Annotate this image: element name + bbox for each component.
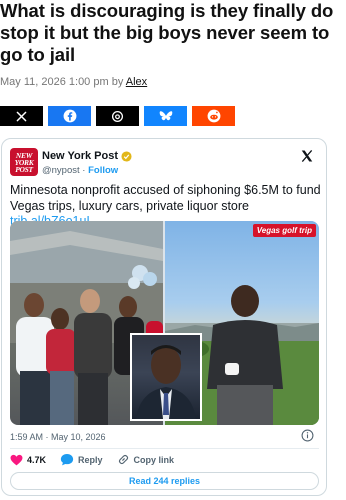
share-buttons (0, 106, 235, 126)
tweet-media[interactable]: Vegas golf trip (10, 221, 319, 425)
handle-text: @nypost (42, 165, 80, 176)
tweet-timestamp[interactable]: 1:59 AM · May 10, 2026 (10, 432, 106, 442)
like-button[interactable]: 4.7K (10, 454, 46, 466)
link-icon (118, 454, 128, 465)
divider (10, 448, 319, 449)
bluesky-icon (159, 110, 172, 120)
article-date: May 11, 2026 1:00 pm by (0, 76, 124, 88)
inset-portrait (130, 333, 202, 421)
share-bluesky-button[interactable] (144, 106, 187, 126)
heart-icon (10, 454, 23, 465)
copy-link-label: Copy link (133, 454, 175, 465)
read-replies-button[interactable]: Read 244 replies (10, 472, 319, 490)
follow-button[interactable]: Follow (88, 165, 118, 176)
share-threads-button[interactable] (96, 106, 139, 126)
facebook-icon (63, 109, 76, 123)
share-reddit-button[interactable] (192, 106, 235, 126)
account-name-text: New York Post (42, 150, 119, 162)
avatar[interactable]: NEW YORK POST (10, 148, 38, 176)
account-handle: @nypost · Follow (42, 165, 119, 176)
reply-button[interactable]: Reply (60, 453, 103, 466)
article-headline: What is discouraging is they finally do … (0, 0, 334, 65)
avatar-text-line: POST (15, 164, 33, 174)
reddit-icon (207, 109, 220, 123)
x-logo-icon[interactable] (300, 149, 314, 163)
inset-portrait-drawing (136, 345, 196, 419)
reply-bubble-icon (60, 453, 74, 466)
like-count: 4.7K (27, 454, 47, 465)
embedded-tweet: NEW YORK POST New York Post @nypost · Fo… (1, 138, 327, 496)
tweet-actions: 4.7K Reply Copy link (10, 453, 188, 466)
article-meta: May 11, 2026 1:00 pm by Alex (0, 76, 147, 88)
copy-link-button[interactable]: Copy link (117, 453, 175, 466)
share-facebook-button[interactable] (48, 106, 91, 126)
threads-icon (111, 110, 124, 122)
verified-badge-icon (121, 150, 132, 162)
tweet-body: Minnesota nonprofit accused of siphoning… (10, 183, 321, 213)
x-logo-icon (16, 111, 27, 121)
account-name[interactable]: New York Post (42, 150, 132, 162)
author-link[interactable]: Alex (126, 76, 147, 88)
image-badge: Vegas golf trip (252, 224, 316, 237)
info-icon[interactable] (301, 429, 314, 442)
share-x-button[interactable] (0, 106, 43, 126)
reply-label: Reply (78, 454, 103, 465)
